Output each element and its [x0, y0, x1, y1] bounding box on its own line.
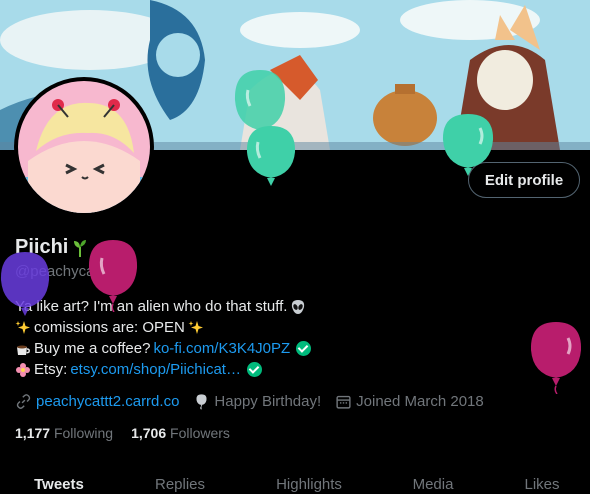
balloon-decoration [88, 240, 138, 312]
coffee-icon [17, 345, 30, 355]
link-icon [16, 394, 31, 409]
tab-highlights[interactable]: Highlights [276, 476, 342, 493]
etsy-link[interactable]: etsy.com/shop/Piichicat… [70, 359, 241, 380]
calendar-icon [336, 395, 351, 409]
sparkles-icon [15, 320, 30, 334]
tab-tweets[interactable]: Tweets [34, 476, 84, 493]
birthday-text: Happy Birthday! [214, 393, 322, 410]
following-count: 1,177 [15, 425, 51, 441]
follow-stats: 1,177 Following 1,706 Followers [15, 425, 248, 441]
avatar-image [18, 81, 150, 213]
bio-text: Etsy: [34, 361, 68, 378]
joined-item: Joined March 2018 [335, 393, 484, 410]
followers-link[interactable]: 1,706 Followers [131, 425, 230, 441]
website-item: peachycattt2.carrd.co [15, 393, 179, 410]
followers-count: 1,706 [131, 425, 167, 441]
check-icon [246, 362, 262, 377]
profile-bio: Ya like art? I'm an alien who do that st… [15, 296, 312, 380]
balloon-icon [196, 394, 207, 410]
avatar[interactable] [14, 77, 154, 217]
check-icon [296, 341, 312, 356]
balloon-decoration [530, 322, 582, 394]
followers-label: Followers [170, 425, 230, 441]
website-link[interactable]: peachycattt2.carrd.co [36, 393, 179, 410]
bio-text: Buy me a coffee? [34, 340, 151, 357]
following-link[interactable]: 1,177 Following [15, 425, 113, 441]
birthday-item: Happy Birthday! [193, 393, 321, 410]
kofi-link[interactable]: ko-fi.com/K3K4J0PZ [153, 338, 290, 359]
sparkles-icon [188, 320, 203, 334]
bio-line: Ya like art? I'm an alien who do that st… [15, 296, 311, 317]
bio-text: comissions are: OPEN [34, 319, 185, 336]
balloon-decoration [246, 126, 296, 186]
joined-date: Joined March 2018 [356, 393, 484, 410]
following-label: Following [53, 425, 114, 441]
flower-icon [16, 362, 30, 377]
bio-line: Buy me a coffee? ko-fi.com/K3K4J0PZ [15, 338, 312, 359]
profile-meta: peachycattt2.carrd.co Happy Birthday! Jo… [15, 393, 498, 410]
bio-text: Ya like art? I'm an alien who do that st… [15, 298, 288, 315]
tab-replies[interactable]: Replies [155, 476, 205, 493]
balloon-decoration [442, 114, 494, 176]
balloon-decoration [0, 252, 50, 316]
tab-likes[interactable]: Likes [524, 476, 559, 493]
bio-line: Etsy: etsy.com/shop/Piichicat… [15, 359, 311, 380]
bio-line: comissions are: OPEN [15, 317, 311, 338]
alien-icon [292, 299, 305, 314]
tab-media[interactable]: Media [413, 476, 454, 493]
